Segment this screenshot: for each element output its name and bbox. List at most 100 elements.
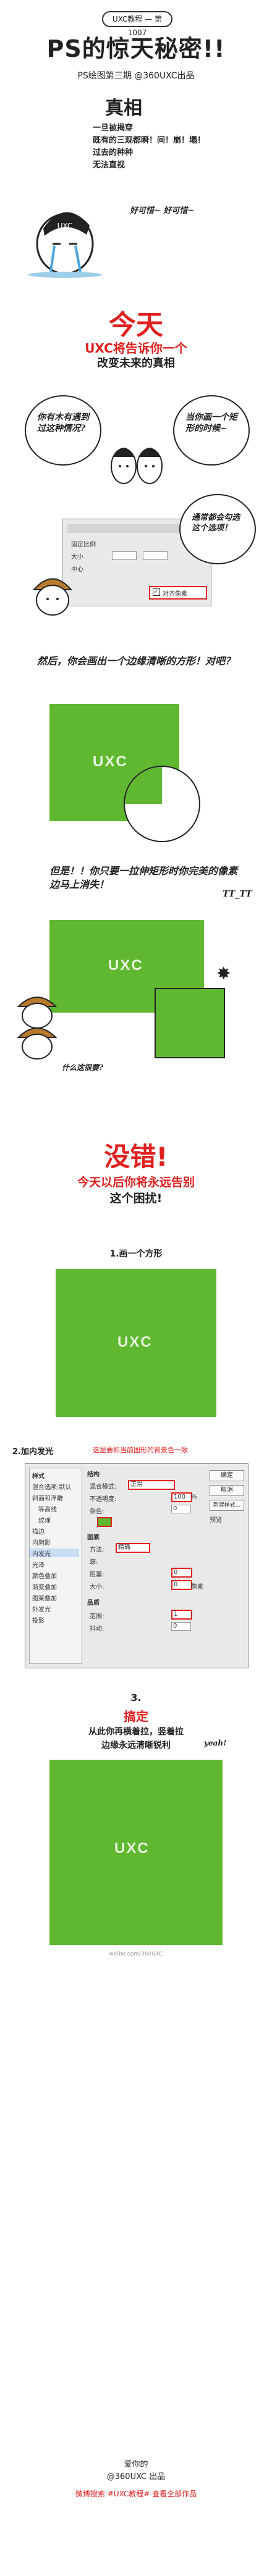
step-3-square: UXC [49, 1760, 223, 1945]
duo-characters [105, 432, 167, 488]
truth-caption: 好可惜~ 好可惜~ [130, 206, 195, 215]
crying-character-icon: UXC [28, 212, 102, 278]
ok-button[interactable]: 确定 [210, 1470, 244, 1481]
range-input[interactable]: 1 [171, 1610, 192, 1620]
truth-line-1: 一旦被揭穿 [93, 123, 134, 133]
footer-love: 爱你的 [124, 2460, 148, 2469]
method-select[interactable]: 精确 [116, 1543, 150, 1553]
footer-line: 微博搜索 #UXC教程# 查看全部作品 [75, 2490, 197, 2498]
layer-style-item-texture[interactable]: 纹理 [38, 1515, 51, 1524]
speech-right-text: 当你画一个矩形的时候~ [185, 412, 237, 433]
zoom-lens-2 [155, 988, 225, 1058]
layer-style-item-stroke[interactable]: 描边 [32, 1526, 45, 1536]
source-label: 源: [90, 1559, 98, 1566]
zoom-lens-1-fill [125, 767, 162, 804]
section-structure: 结构 [87, 1471, 100, 1478]
callout-text: 通常都会勾选这个选项！ [192, 513, 240, 533]
step-1-label: 1.画一个方形 [109, 1249, 163, 1259]
step-3-number: 3. [130, 1692, 142, 1704]
truth-line-3: 过去的种种 [93, 148, 134, 157]
layer-style-item-inner-glow[interactable]: 内发光 [30, 1549, 79, 1558]
today-line-2: 改变未来的真相 [97, 357, 175, 370]
method-label: 方法: [90, 1547, 104, 1554]
watermark: weibo.com/360UXC [109, 1951, 163, 1957]
blend-mode-label: 混合模式: [90, 1484, 117, 1491]
opacity-input[interactable]: 100 [171, 1492, 192, 1502]
green-square-2-logo: UXC [108, 957, 143, 974]
blend-mode-select[interactable]: 正常 [128, 1480, 175, 1490]
green-square-1-logo: UXC [93, 753, 128, 770]
layer-style-item-contour[interactable]: 等高线 [38, 1504, 57, 1513]
step-3-yeah: yeah! [204, 1739, 227, 1747]
small-note: 什么这很要? [62, 1063, 104, 1072]
svg-text:UXC: UXC [57, 222, 73, 230]
wrong-line-1: 今天以后你将永远告别 [77, 1176, 195, 1189]
ps-height-input[interactable] [143, 551, 168, 560]
checkbox-icon[interactable]: ✓ [153, 588, 160, 596]
layer-style-item-gradient-overlay[interactable]: 渐变叠加 [32, 1582, 57, 1591]
opacity-unit: % [191, 1494, 197, 1500]
opacity-label: 不透明度: [90, 1496, 117, 1503]
today-title: 今天 [109, 309, 163, 341]
layer-style-list: 样式 混合选项:默认 斜面和浮雕 等高线 纹理 描边 内阴影 内发光 光泽 颜色… [29, 1468, 82, 1664]
ps-align-pixels-label: 对齐像素 [163, 591, 187, 598]
inner-glow-label: 内发光 [32, 1551, 51, 1558]
new-style-button[interactable]: 新建样式... [210, 1500, 244, 1511]
ps-option-ratio[interactable]: 固定比例 [71, 539, 96, 548]
note-edge-lost: 但是！！你只要一拉伸矩形时你完美的像素边马上消失！ [49, 865, 238, 890]
size-unit: 像素 [191, 1584, 203, 1591]
choke-label: 阻塞: [90, 1571, 104, 1578]
ps-align-pixels-box[interactable]: ✓ 对齐像素 [149, 586, 207, 600]
truth-line-2: 既有的三观都瞬！间！崩！塌！ [93, 136, 206, 145]
layer-style-dialog: 样式 混合选项:默认 斜面和浮雕 等高线 纹理 描边 内阴影 内发光 光泽 颜色… [25, 1463, 249, 1668]
section-quality: 品质 [87, 1600, 100, 1607]
layer-style-settings: 结构 混合模式: 正常 不透明度: 100 % 杂色: 0 图素 方法: 精确 … [85, 1468, 206, 1663]
truth-lines: 一旦被揭穿 既有的三观都瞬！间！崩！塌！ 过去的种种 无法直视 [93, 122, 253, 172]
glow-color-swatch[interactable] [97, 1517, 112, 1527]
layer-style-item-styles[interactable]: 样式 [32, 1471, 45, 1480]
zoom-lens-1 [124, 766, 200, 842]
preview-checkbox[interactable]: 预览 [210, 1515, 244, 1524]
size-input[interactable]: 0 [171, 1580, 192, 1590]
chestnut-duo-icon [17, 997, 57, 1060]
range-label: 范围: [90, 1613, 104, 1620]
layer-style-item-inner-shadow[interactable]: 内阴影 [32, 1537, 51, 1547]
speech-left-text: 你有木有遇到过这种情况? [37, 412, 89, 433]
layer-style-item-drop-shadow[interactable]: 投影 [32, 1615, 45, 1625]
chestnut-duo [12, 988, 68, 1062]
step-3-line-1: 从此你再横着拉，竖着拉 [88, 1727, 184, 1737]
size-label: 大小: [90, 1584, 104, 1591]
note-clean-edge: 然后，你会画出一个边缘清晰的方形！对吧？ [37, 655, 236, 667]
today-line-1: UXC将告诉你一个 [85, 341, 187, 356]
layer-style-item-bevel[interactable]: 斜面和浮雕 [32, 1493, 63, 1502]
step-3-logo: UXC [114, 1840, 150, 1857]
wrong-line-2: 这个困扰! [109, 1192, 163, 1205]
ps-option-size[interactable]: 大小 [71, 551, 83, 561]
step-1-square: UXC [56, 1269, 216, 1417]
series-badge: UXC教程 — 第1007 [102, 11, 172, 37]
step-2-note: 这里要和当前图形的背景色一致 [93, 1446, 188, 1454]
footer-signature: @360UXC 出品 [106, 2472, 166, 2482]
step-3-title: 搞定 [124, 1709, 148, 1724]
layer-style-item-pattern-overlay[interactable]: 图案叠加 [32, 1593, 57, 1602]
step-2-label: 2.加内发光 [12, 1447, 53, 1457]
layer-style-item-satin[interactable]: 光泽 [32, 1560, 45, 1569]
choke-input[interactable]: 0 [171, 1568, 192, 1578]
cry-text: TT_TT [223, 889, 252, 899]
layer-style-item-outer-glow[interactable]: 外发光 [32, 1604, 51, 1613]
noise-label: 杂色: [90, 1508, 104, 1515]
layer-style-item-color-overlay[interactable]: 颜色叠加 [32, 1571, 57, 1580]
ps-width-input[interactable] [112, 551, 137, 560]
cancel-button[interactable]: 取消 [210, 1485, 244, 1496]
speech-bubble-left: 你有木有遇到过这种情况? [25, 395, 101, 466]
step-3-line-2: 边缘永远清晰锐利 [101, 1741, 171, 1750]
wrong-title: 没错! [104, 1142, 168, 1172]
duo-characters-icon [111, 448, 163, 484]
chestnut-icon [32, 578, 73, 616]
layer-style-item-blend[interactable]: 混合选项:默认 [32, 1482, 71, 1491]
dialog-buttons: 确定 取消 新建样式... 预览 [210, 1470, 244, 1524]
anger-icon: ✸ [216, 963, 231, 984]
truth-title: 真相 [105, 98, 142, 119]
jitter-input[interactable]: 0 [171, 1622, 191, 1631]
noise-input[interactable]: 0 [171, 1505, 191, 1513]
